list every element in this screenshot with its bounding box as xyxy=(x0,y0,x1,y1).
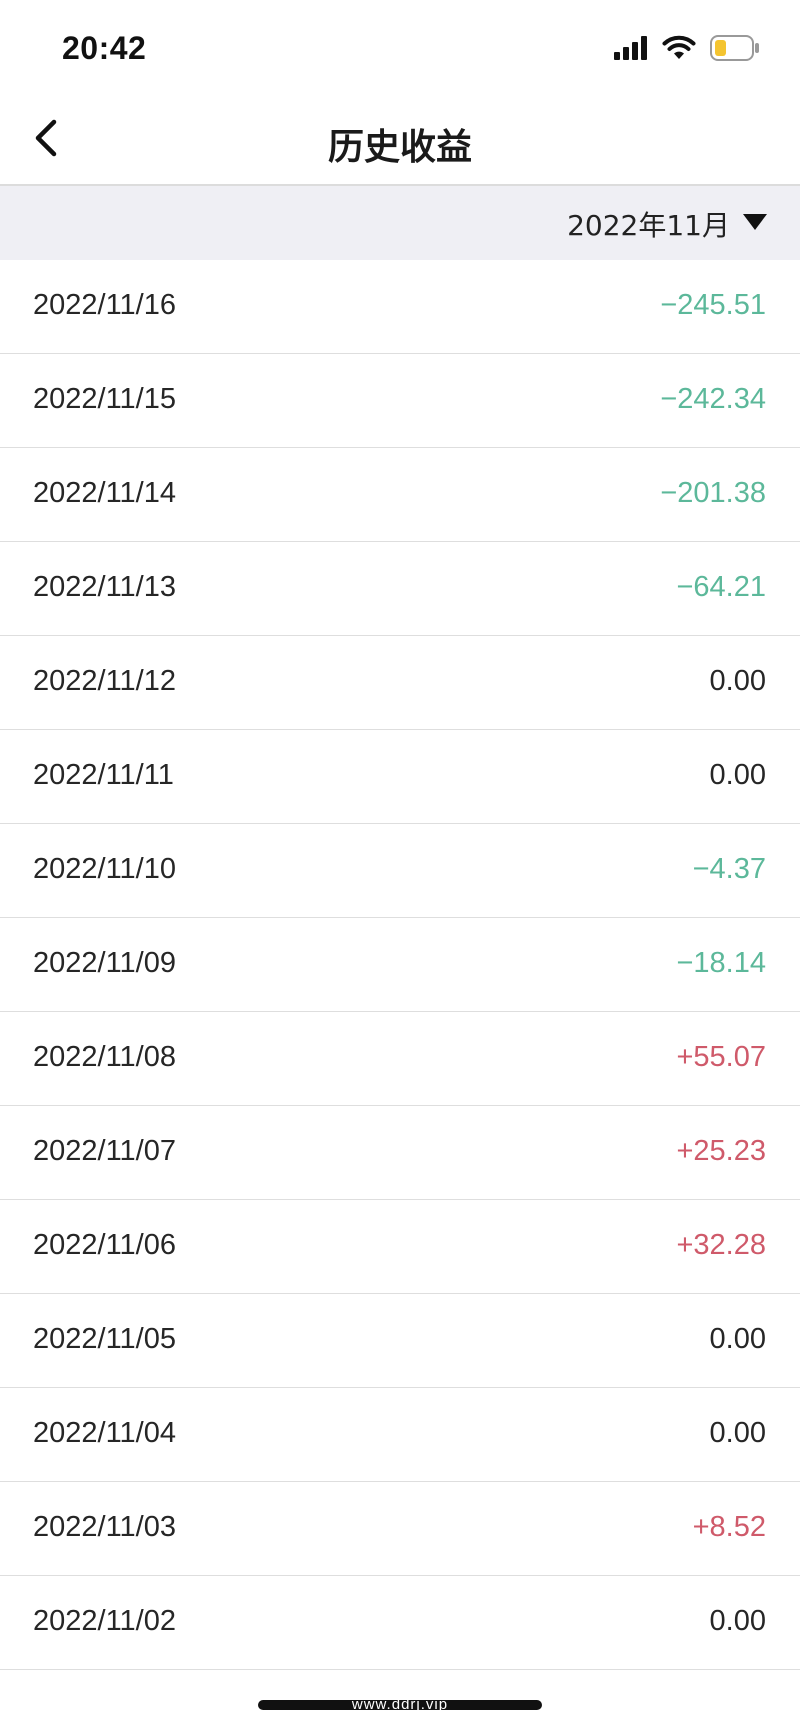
list-item[interactable]: 2022/11/09 −18.14 xyxy=(0,918,800,1012)
row-amount: 0.00 xyxy=(709,1417,766,1449)
row-amount: 0.00 xyxy=(709,1323,766,1355)
row-amount: −245.51 xyxy=(660,289,766,321)
month-selector[interactable]: 2022年11月 xyxy=(567,204,768,244)
row-date: 2022/11/06 xyxy=(33,1229,176,1261)
list-item[interactable]: 2022/11/11 0.00 xyxy=(0,730,800,824)
list-item[interactable]: 2022/11/04 0.00 xyxy=(0,1388,800,1482)
list-item[interactable]: 2022/11/15 −242.34 xyxy=(0,354,800,448)
page-title: 历史收益 xyxy=(327,127,472,168)
list-item[interactable]: 2022/11/10 −4.37 xyxy=(0,824,800,918)
row-date: 2022/11/04 xyxy=(33,1417,176,1449)
row-amount: +32.28 xyxy=(676,1229,766,1261)
row-date: 2022/11/12 xyxy=(33,665,176,697)
list-item[interactable]: 2022/11/13 −64.21 xyxy=(0,542,800,636)
row-amount: 0.00 xyxy=(709,759,766,791)
wifi-icon xyxy=(662,35,696,66)
list-item[interactable]: 2022/11/03 +8.52 xyxy=(0,1482,800,1576)
list-item[interactable]: 2022/11/07 +25.23 xyxy=(0,1106,800,1200)
nav-bar: 历史收益 xyxy=(0,96,800,184)
signal-icon xyxy=(614,35,648,65)
row-date: 2022/11/14 xyxy=(33,477,176,509)
month-filter-bar: 2022年11月 xyxy=(0,186,800,260)
row-date: 2022/11/09 xyxy=(33,947,176,979)
row-amount: −4.37 xyxy=(692,853,766,885)
row-date: 2022/11/05 xyxy=(33,1323,176,1355)
row-date: 2022/11/02 xyxy=(33,1605,176,1637)
watermark-text: www.ddrj.vip xyxy=(351,1696,449,1713)
row-amount: +8.52 xyxy=(692,1511,766,1543)
list-item[interactable]: 2022/11/12 0.00 xyxy=(0,636,800,730)
status-icons xyxy=(614,34,760,66)
battery-icon xyxy=(710,34,760,66)
row-date: 2022/11/11 xyxy=(33,759,174,791)
row-amount: 0.00 xyxy=(709,1605,766,1637)
row-amount: −201.38 xyxy=(660,477,766,509)
list-item[interactable]: 2022/11/02 0.00 xyxy=(0,1576,800,1670)
row-date: 2022/11/13 xyxy=(33,571,176,603)
status-time: 20:42 xyxy=(62,30,147,66)
row-date: 2022/11/03 xyxy=(33,1511,176,1543)
triangle-down-icon xyxy=(742,213,768,236)
month-label: 2022年11月 xyxy=(567,209,730,242)
list-item[interactable]: 2022/11/06 +32.28 xyxy=(0,1200,800,1294)
row-amount: +55.07 xyxy=(676,1041,766,1073)
list-item[interactable]: 2022/11/16 −245.51 xyxy=(0,260,800,354)
earnings-list: 2022/11/16 −245.51 2022/11/15 −242.34 2022/1… xyxy=(0,260,800,1670)
status-bar: 20:42 xyxy=(0,0,800,96)
list-item[interactable]: 2022/11/05 0.00 xyxy=(0,1294,800,1388)
list-item[interactable]: 2022/11/14 −201.38 xyxy=(0,448,800,542)
list-item[interactable]: 2022/11/08 +55.07 xyxy=(0,1012,800,1106)
row-date: 2022/11/07 xyxy=(33,1135,176,1167)
row-date: 2022/11/10 xyxy=(33,853,176,885)
row-amount: +25.23 xyxy=(676,1135,766,1167)
row-amount: 0.00 xyxy=(709,665,766,697)
row-amount: −18.14 xyxy=(676,947,766,979)
row-date: 2022/11/15 xyxy=(33,383,176,415)
row-date: 2022/11/16 xyxy=(33,289,176,321)
screen: 20:42 历史收益 2022年11月 2022/11/16 −245.51 2… xyxy=(0,0,800,1731)
row-amount: −242.34 xyxy=(660,383,766,415)
row-amount: −64.21 xyxy=(676,571,766,603)
row-date: 2022/11/08 xyxy=(33,1041,176,1073)
